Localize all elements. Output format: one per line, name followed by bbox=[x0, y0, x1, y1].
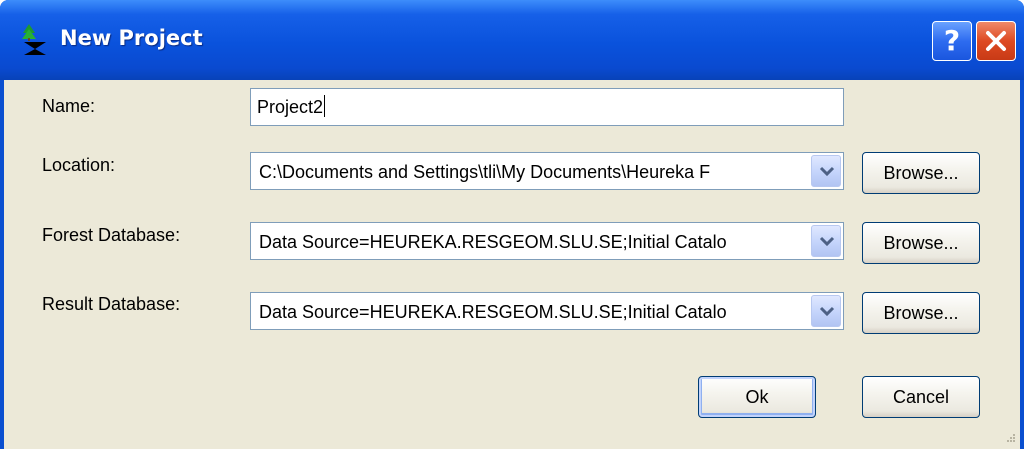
resize-grip-icon[interactable] bbox=[1004, 431, 1016, 443]
close-icon bbox=[986, 31, 1006, 51]
location-browse-button[interactable]: Browse... bbox=[862, 152, 980, 194]
forest-database-combobox[interactable]: Data Source=HEUREKA.RESGEOM.SLU.SE;Initi… bbox=[250, 222, 844, 260]
tree-app-icon bbox=[22, 24, 46, 55]
chevron-down-icon bbox=[819, 306, 835, 317]
title-bar[interactable]: New Project ? bbox=[0, 0, 1024, 80]
close-button[interactable] bbox=[976, 21, 1016, 61]
help-icon: ? bbox=[943, 24, 961, 57]
result-database-browse-button[interactable]: Browse... bbox=[862, 292, 980, 334]
location-label: Location: bbox=[42, 155, 116, 175]
location-value: C:\Documents and Settings\tli\My Documen… bbox=[259, 162, 711, 182]
result-database-combobox[interactable]: Data Source=HEUREKA.RESGEOM.SLU.SE;Initi… bbox=[250, 292, 844, 330]
forest-database-value: Data Source=HEUREKA.RESGEOM.SLU.SE;Initi… bbox=[259, 232, 727, 252]
location-combobox[interactable]: C:\Documents and Settings\tli\My Documen… bbox=[250, 152, 844, 190]
help-button[interactable]: ? bbox=[932, 21, 972, 61]
ok-button[interactable]: Ok bbox=[698, 376, 816, 418]
chevron-down-icon bbox=[819, 236, 835, 247]
text-caret bbox=[324, 95, 326, 117]
new-project-dialog: New Project ? Name: Project2 Location: C… bbox=[0, 0, 1024, 449]
forest-database-dropdown-button[interactable] bbox=[811, 225, 841, 257]
name-input-value: Project2 bbox=[257, 97, 324, 117]
forest-database-browse-button[interactable]: Browse... bbox=[862, 222, 980, 264]
name-label: Name: bbox=[42, 96, 96, 116]
result-database-label: Result Database: bbox=[42, 294, 181, 314]
chevron-down-icon bbox=[819, 166, 835, 177]
result-database-dropdown-button[interactable] bbox=[811, 295, 841, 327]
name-input[interactable]: Project2 bbox=[250, 88, 844, 126]
result-database-value: Data Source=HEUREKA.RESGEOM.SLU.SE;Initi… bbox=[259, 302, 727, 322]
forest-database-label: Forest Database: bbox=[42, 225, 181, 245]
window-title: New Project bbox=[60, 26, 203, 50]
location-dropdown-button[interactable] bbox=[811, 155, 841, 187]
cancel-button[interactable]: Cancel bbox=[862, 376, 980, 418]
